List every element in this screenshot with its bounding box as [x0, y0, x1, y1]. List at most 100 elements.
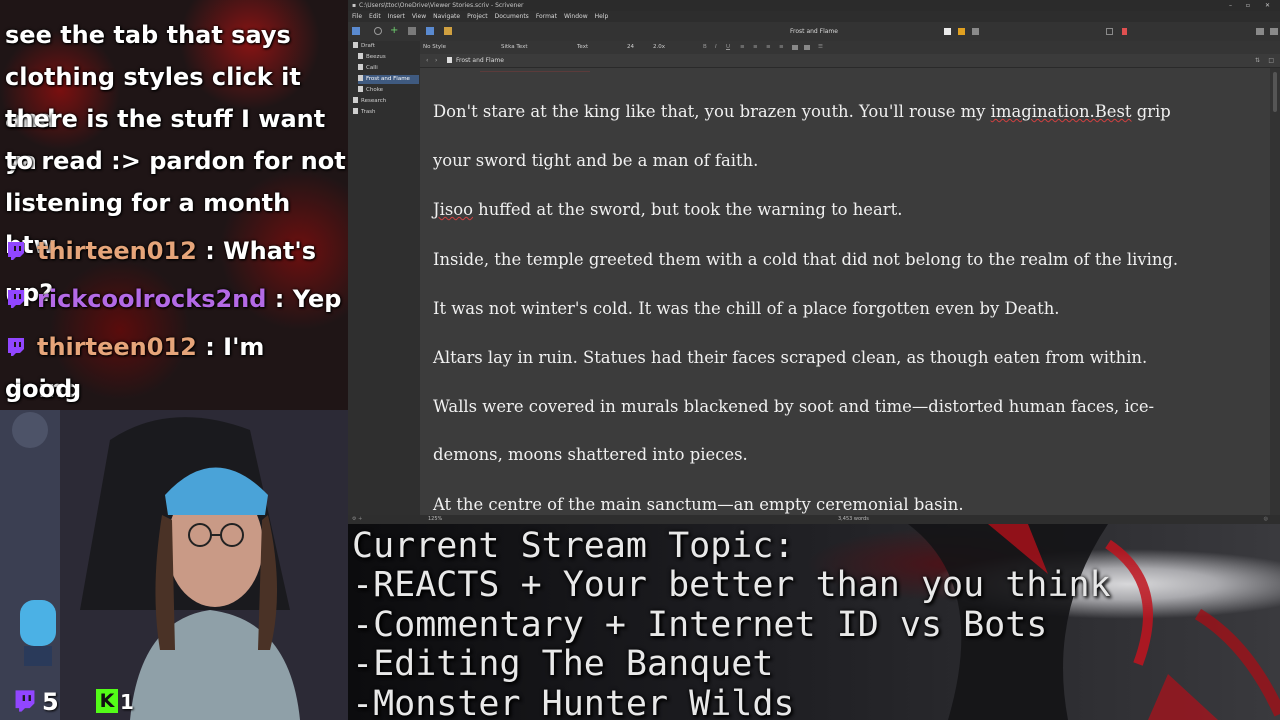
stream-topic-item: -REACTS + Your better than you think [352, 565, 1111, 605]
chat-message: to read :> pardon for not [5, 140, 347, 182]
kick-viewer-count: 1 [120, 690, 134, 714]
menu-format[interactable]: Format [536, 13, 557, 20]
chat-separator: : [266, 285, 293, 313]
forward-arrow-icon[interactable]: › [435, 54, 437, 67]
binder-document-icon [358, 86, 363, 92]
italic-button[interactable]: I [715, 41, 717, 54]
bold-button[interactable]: B [703, 41, 707, 54]
stream-topic-item: -Monster Hunter Wilds [352, 684, 795, 720]
text-color-icon[interactable] [792, 45, 798, 50]
chat-text: to read :> pardon for not [5, 147, 346, 175]
stream-topic-item: -Editing The Banquet [352, 644, 774, 684]
font-family-select[interactable]: Sitka Text [501, 41, 528, 54]
webcam-scene [0, 410, 348, 720]
menu-view[interactable]: View [412, 13, 426, 20]
menu-project[interactable]: Project [467, 13, 488, 20]
menu-help[interactable]: Help [595, 13, 609, 20]
binder-document-icon [358, 53, 363, 59]
font-face-select[interactable]: Text [577, 41, 588, 54]
chat-username[interactable]: rickcoolrocks2nd [37, 285, 266, 313]
chat-overlay: see the tab that says clothing styles cl… [0, 0, 348, 410]
menu-edit[interactable]: Edit [369, 13, 381, 20]
title-bar: ▪ C:\Users\ttoc\OneDrive\Viewer Stories.… [348, 0, 1280, 11]
underline-button[interactable]: U [726, 41, 730, 54]
view-corkboard-icon[interactable] [958, 28, 965, 35]
align-right-icon[interactable]: ≡ [766, 41, 771, 54]
format-bar: No Style Sitka Text Text 24 2.0x B I U ≡… [420, 41, 1280, 54]
view-document-icon[interactable] [944, 28, 951, 35]
scrivener-window: ▪ C:\Users\ttoc\OneDrive\Viewer Stories.… [348, 0, 1280, 524]
chat-text: Yep [292, 285, 342, 313]
binder-folder-icon [353, 42, 358, 48]
paragraph[interactable]: Don't stare at the king like that, you b… [433, 87, 1270, 136]
binder-item-trash[interactable]: Trash [353, 108, 419, 117]
toolbar-document-title: Frost and Flame [790, 28, 838, 35]
lava-lamp [20, 600, 56, 646]
align-justify-icon[interactable]: ≡ [779, 41, 784, 54]
paragraph[interactable]: Jisoo huffed at the sword, but took the … [433, 185, 1270, 234]
highlight-icon[interactable] [804, 45, 810, 50]
align-left-icon[interactable]: ≡ [740, 41, 745, 54]
binder-item-frost-and-flame[interactable]: Frost and Flame [358, 75, 419, 84]
split-editor-icon[interactable]: ⇅ [1255, 54, 1260, 67]
binder-item-draft[interactable]: Draft [353, 42, 419, 51]
chat-username[interactable]: thirteen012 [37, 237, 197, 265]
paragraph[interactable]: your sword tight and be a man of faith. [433, 136, 1270, 185]
twitch-chat-icon [8, 338, 24, 356]
maximize-icon[interactable]: ▫ [1246, 0, 1250, 11]
menu-documents[interactable]: Documents [495, 13, 529, 20]
text-editor[interactable]: Don't stare at the king like that, you b… [420, 68, 1270, 515]
clipped-line-remnant [480, 68, 590, 72]
chat-username[interactable]: thirteen012 [37, 333, 197, 361]
binder-sidebar: Draft Beezus Calli Frost and Flame Choke… [348, 41, 421, 515]
inspector-toggle-icon[interactable] [1256, 28, 1264, 35]
paragraph[interactable]: Walls were covered in murals blackened b… [433, 382, 1270, 431]
stream-topic-heading: Current Stream Topic: [352, 526, 795, 566]
binder-footer-icons[interactable]: ⚙ + [352, 515, 362, 524]
paragraph[interactable]: demons, moons shattered into pieces. [433, 430, 1270, 479]
document-icon [447, 57, 452, 63]
binder-item-calli[interactable]: Calli [358, 64, 419, 73]
chat-clipped-top [0, 0, 348, 6]
font-size-select[interactable]: 24 [627, 41, 634, 54]
chat-text: see the tab that says [5, 21, 291, 49]
stream-topic-panel: Current Stream Topic: -REACTS + Your bet… [348, 524, 1280, 720]
main-toolbar: + Frost and Flame [348, 22, 1280, 42]
menu-navigate[interactable]: Navigate [433, 13, 460, 20]
stream-topic-item: -Commentary + Internet ID vs Bots [352, 605, 1048, 645]
back-arrow-icon[interactable]: ‹ [426, 54, 428, 67]
zoom-level[interactable]: 125% [428, 515, 442, 524]
menu-file[interactable]: File [352, 13, 362, 20]
binder-item-choke[interactable]: Choke [358, 86, 419, 95]
binder-item-research[interactable]: Research [353, 97, 419, 106]
style-select[interactable]: No Style [423, 41, 446, 54]
chat-separator: : [196, 237, 224, 265]
settings-icon[interactable] [1270, 28, 1278, 35]
line-spacing-select[interactable]: 2.0x [653, 41, 665, 54]
twitch-viewer-count: 5 [42, 688, 59, 716]
bookmark-icon[interactable] [1122, 28, 1127, 35]
paragraph[interactable]: It was not winter's cold. It was the chi… [433, 284, 1270, 333]
view-outline-icon[interactable] [972, 28, 979, 35]
close-split-icon[interactable]: □ [1268, 54, 1274, 67]
paragraph[interactable]: Inside, the temple greeted them with a c… [433, 235, 1270, 284]
close-icon[interactable]: ✕ [1265, 0, 1270, 11]
chat-separator: : [196, 333, 224, 361]
list-icon[interactable]: ☰ [818, 41, 823, 54]
menu-window[interactable]: Window [564, 13, 588, 20]
window-title: C:\Users\ttoc\OneDrive\Viewer Stories.sc… [359, 2, 524, 9]
share-icon[interactable] [1106, 28, 1113, 35]
paragraph[interactable]: At the centre of the main sanctum—an emp… [433, 480, 1270, 515]
target-icon[interactable]: ◎ [1264, 515, 1268, 524]
minimize-icon[interactable]: – [1229, 0, 1232, 11]
paragraph[interactable]: Altars lay in ruin. Statues had their fa… [433, 333, 1270, 382]
word-count: 3,453 words [838, 516, 869, 522]
align-center-icon[interactable]: ≡ [753, 41, 758, 54]
menu-insert[interactable]: Insert [388, 13, 405, 20]
editor-scrollbar[interactable] [1270, 68, 1280, 515]
twitch-chat-icon [8, 242, 24, 260]
chat-message: good [5, 368, 347, 410]
binder-item-beezus[interactable]: Beezus [358, 53, 419, 62]
scrollbar-thumb[interactable] [1273, 72, 1277, 112]
editor-footer: ⚙ + 125% 3,453 words ◎ [348, 515, 1280, 524]
